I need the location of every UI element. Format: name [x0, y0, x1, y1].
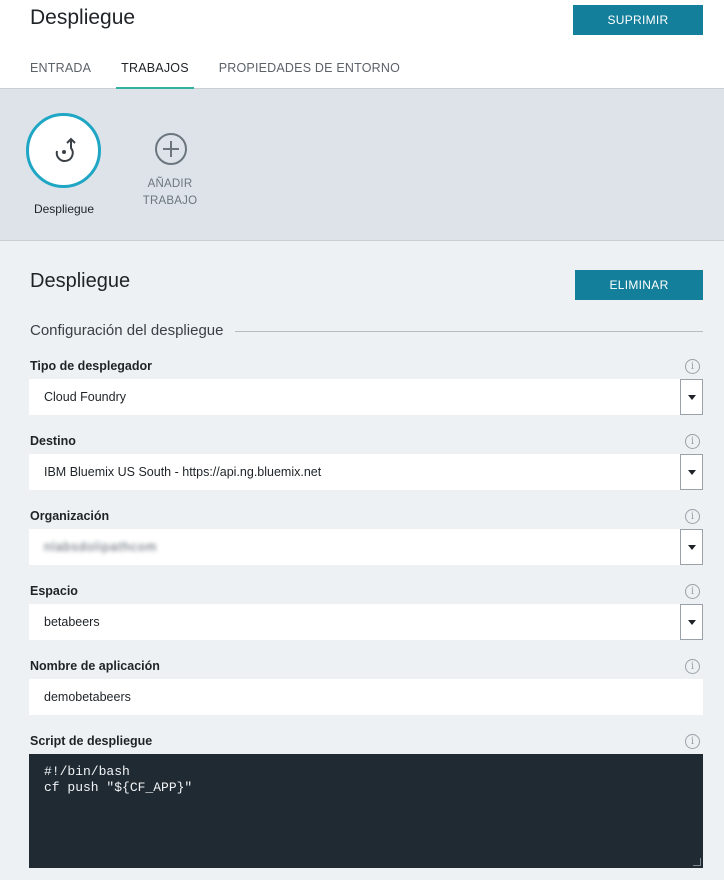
- target-select[interactable]: IBM Bluemix US South - https://api.ng.bl…: [29, 454, 703, 490]
- info-icon[interactable]: i: [685, 434, 700, 449]
- job-strip: Despliegue AÑADIR TRABAJO: [0, 89, 724, 241]
- delete-job-button[interactable]: ELIMINAR: [575, 270, 703, 300]
- app-name-label: Nombre de aplicación: [30, 659, 160, 673]
- deployer-type-value: Cloud Foundry: [44, 390, 126, 404]
- app-name-input[interactable]: [29, 679, 703, 715]
- tab-entrada[interactable]: ENTRADA: [30, 61, 91, 89]
- page-title: Despliegue: [30, 6, 136, 29]
- space-value: betabeers: [44, 615, 100, 629]
- space-label: Espacio: [30, 584, 78, 598]
- space-select[interactable]: betabeers: [29, 604, 703, 640]
- target-value: IBM Bluemix US South - https://api.ng.bl…: [44, 465, 322, 479]
- organization-value: nlabsdolipathcom: [44, 540, 158, 554]
- info-icon[interactable]: i: [685, 359, 700, 374]
- plus-circle-icon[interactable]: [154, 132, 188, 166]
- info-icon[interactable]: i: [685, 734, 700, 749]
- deploy-script-editor[interactable]: #!/bin/bash cf push "${CF_APP}": [29, 754, 703, 868]
- deployer-type-select[interactable]: Cloud Foundry: [29, 379, 703, 415]
- deployer-type-label: Tipo de desplegador: [30, 359, 153, 373]
- stage-tabs: ENTRADA TRABAJOS PROPIEDADES DE ENTORNO: [30, 61, 430, 90]
- resize-grip[interactable]: [693, 858, 701, 866]
- tab-trabajos[interactable]: TRABAJOS: [116, 61, 194, 90]
- caret-down-icon: [687, 619, 696, 625]
- dropdown-button[interactable]: [680, 604, 703, 640]
- caret-down-icon: [687, 544, 696, 550]
- caret-down-icon: [687, 469, 696, 475]
- add-job-label-line1: AÑADIR: [147, 178, 193, 190]
- tab-propiedades-de-entorno[interactable]: PROPIEDADES DE ENTORNO: [219, 61, 400, 89]
- info-icon[interactable]: i: [685, 659, 700, 674]
- delete-stage-button[interactable]: SUPRIMIR: [573, 5, 703, 35]
- stage-header: Despliegue SUPRIMIR ENTRADA TRABAJOS PRO…: [0, 0, 724, 90]
- job-title: Despliegue: [30, 270, 131, 292]
- section-heading: Configuración del despliegue: [30, 322, 236, 339]
- dropdown-button[interactable]: [680, 379, 703, 415]
- job-deploy-label: Despliegue: [33, 202, 95, 216]
- dropdown-button[interactable]: [680, 454, 703, 490]
- info-icon[interactable]: i: [685, 584, 700, 599]
- target-label: Destino: [30, 434, 76, 448]
- organization-select[interactable]: nlabsdolipathcom: [29, 529, 703, 565]
- dropdown-button[interactable]: [680, 529, 703, 565]
- add-job-label-line2: TRABAJO: [142, 195, 198, 207]
- deploy-script-label: Script de despliegue: [30, 734, 153, 748]
- job-deploy-card[interactable]: [26, 113, 101, 188]
- section-divider: [230, 331, 703, 332]
- info-icon[interactable]: i: [685, 509, 700, 524]
- caret-down-icon: [687, 394, 696, 400]
- deploy-arrow-icon: [55, 137, 76, 162]
- add-job-label[interactable]: AÑADIR TRABAJO: [130, 176, 210, 210]
- organization-label: Organización: [30, 509, 110, 523]
